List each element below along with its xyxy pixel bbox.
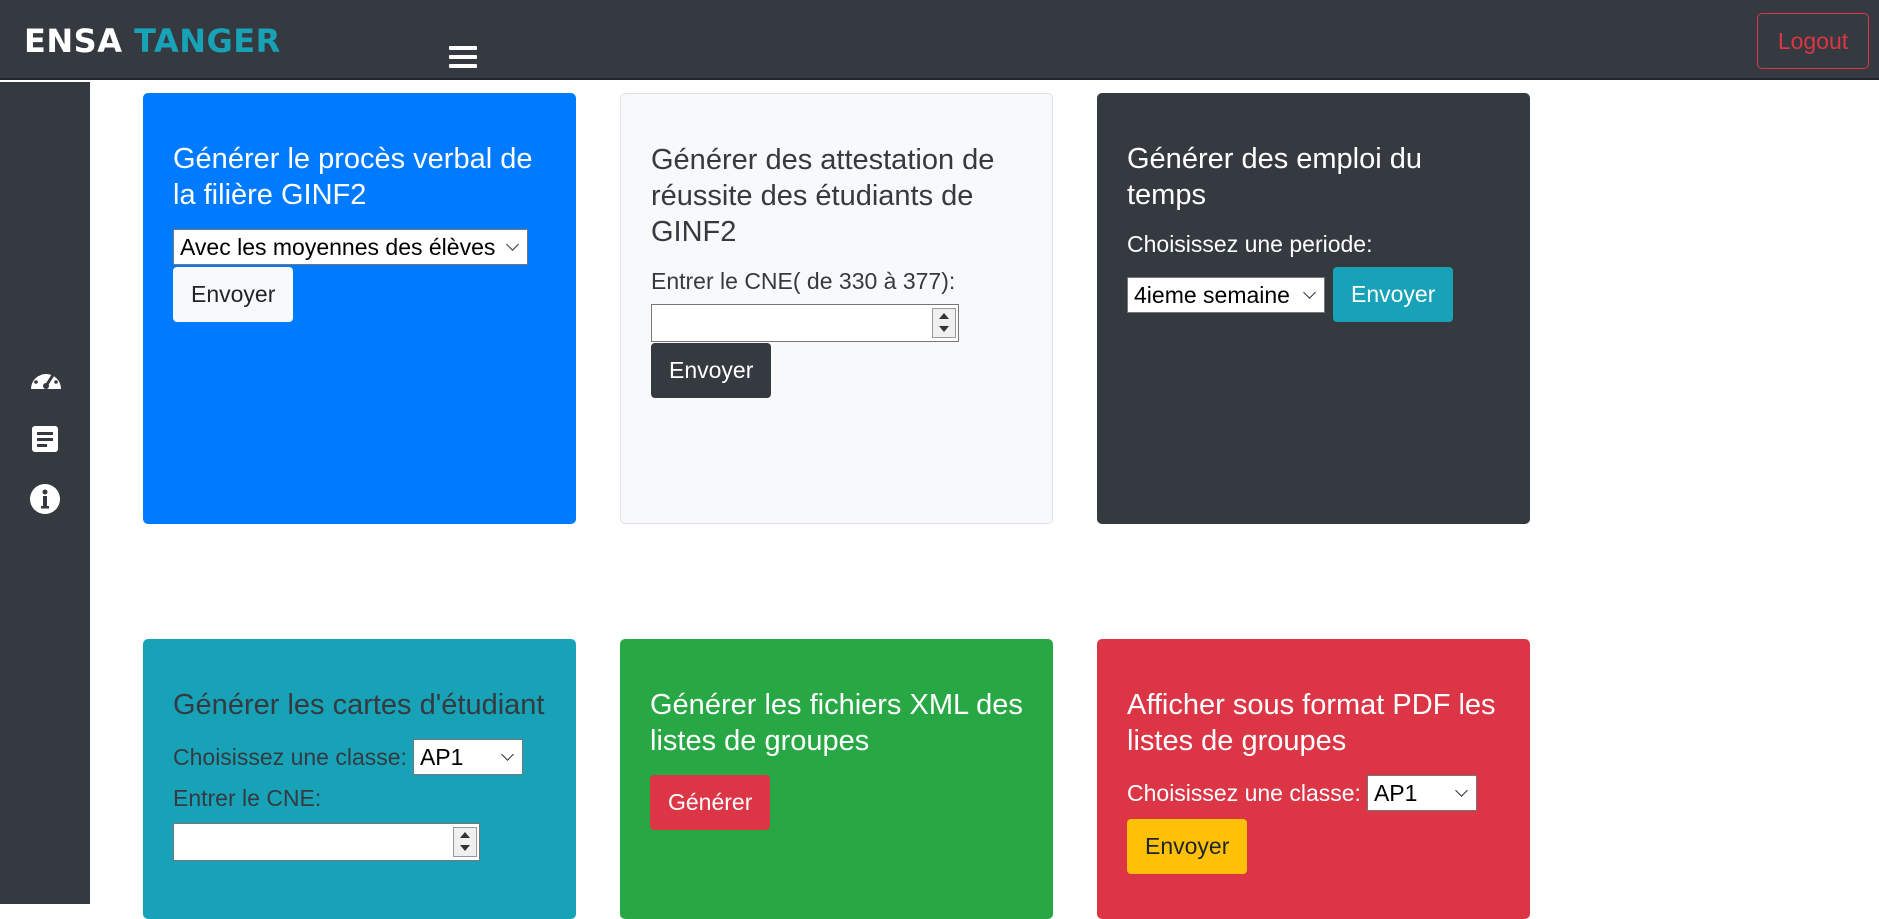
chevron-down-icon	[1455, 784, 1468, 797]
card-cartes-etudiant: Générer les cartes d'étudiant Choisissez…	[143, 639, 576, 919]
pv-mode-select[interactable]: Avec les moyennes des élèves	[173, 229, 528, 265]
card-title: Générer des emploi du temps	[1127, 143, 1422, 211]
card-pdf-groupes: Afficher sous format PDF les listes de g…	[1097, 639, 1530, 919]
xml-generate-button[interactable]: Générer	[650, 775, 771, 830]
period-label: Choisissez une periode:	[1127, 231, 1373, 257]
logout-button[interactable]: Logout	[1757, 13, 1869, 69]
hamburger-menu-icon[interactable]	[449, 46, 477, 70]
chevron-down-icon	[506, 238, 519, 251]
attestation-send-button[interactable]: Envoyer	[651, 343, 772, 398]
card-title: Générer le procès verbal de la filière G…	[173, 143, 533, 211]
select-value: Avec les moyennes des élèves	[180, 234, 496, 260]
top-navbar: ENSA TANGER Logout	[0, 0, 1879, 80]
card-xml-groupes: Générer les fichiers XML des listes de g…	[620, 639, 1053, 919]
select-value: AP1	[419, 744, 464, 770]
chevron-down-icon	[1303, 285, 1316, 299]
document-icon[interactable]	[28, 422, 64, 458]
brand-text-ensa: ENSA	[24, 22, 123, 60]
class-label: Choisissez une classe:	[173, 744, 407, 770]
pv-send-button[interactable]: Envoyer	[173, 267, 294, 322]
sidebar	[0, 82, 90, 904]
card-emploi-du-temps: Générer des emploi du temps Choisissez u…	[1097, 93, 1530, 524]
card-proces-verbal: Générer le procès verbal de la filière G…	[143, 93, 576, 524]
cne-number-input[interactable]	[173, 823, 480, 861]
card-title: Générer les fichiers XML des listes de g…	[650, 689, 1023, 757]
cne-number-input[interactable]	[651, 304, 959, 342]
class-label: Choisissez une classe:	[1127, 780, 1361, 806]
emploi-send-button[interactable]: Envoyer	[1333, 267, 1454, 322]
cne-label: Entrer le CNE:	[173, 785, 322, 811]
dashboard-icon[interactable]	[28, 362, 64, 398]
card-attestation: Générer des attestation de réussite des …	[620, 93, 1053, 524]
pdf-send-button[interactable]: Envoyer	[1127, 819, 1248, 874]
card-title: Générer des attestation de réussite des …	[651, 144, 995, 248]
card-title: Générer les cartes d'étudiant	[173, 689, 545, 721]
select-value: AP1	[1373, 780, 1418, 806]
cne-label: Entrer le CNE( de 330 à 377):	[651, 268, 956, 294]
select-value: 4ieme semaine	[1134, 281, 1290, 308]
period-select[interactable]: 4ieme semaine	[1127, 276, 1325, 313]
number-spinner[interactable]	[932, 308, 956, 338]
class-select[interactable]: AP1	[412, 739, 523, 775]
info-icon[interactable]	[28, 482, 64, 518]
brand-logo[interactable]: ENSA TANGER	[24, 22, 281, 60]
number-spinner[interactable]	[453, 827, 477, 857]
card-title: Afficher sous format PDF les listes de g…	[1127, 689, 1496, 757]
class-select[interactable]: AP1	[1366, 775, 1477, 811]
chevron-down-icon	[501, 748, 514, 761]
brand-text-tanger: TANGER	[134, 22, 281, 60]
